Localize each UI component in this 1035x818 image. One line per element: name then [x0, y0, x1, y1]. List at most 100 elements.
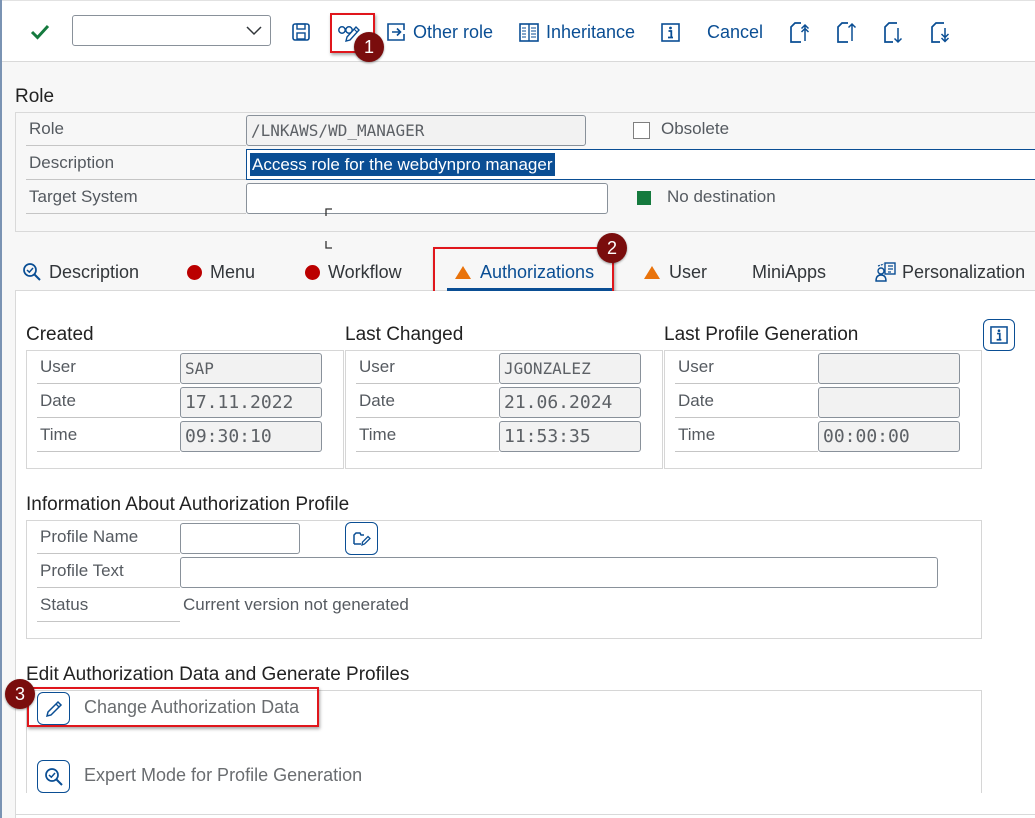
lpg-user-field[interactable]	[818, 353, 960, 384]
warning-triangle-icon	[455, 265, 471, 279]
red-status-icon	[187, 264, 202, 280]
last-changed-date-field[interactable]: 21.06.2024	[499, 387, 641, 418]
previous-page-button[interactable]	[836, 15, 858, 49]
toolbar: Other role Inheritance Cancel	[2, 0, 1035, 62]
next-page-button[interactable]	[883, 15, 905, 49]
tab-personalization[interactable]: Personalization	[875, 258, 1025, 286]
inheritance-label: Inheritance	[546, 21, 636, 42]
lpg-time-field[interactable]: 00:00:00	[818, 421, 960, 452]
enter-button[interactable]	[30, 15, 50, 49]
cancel-button[interactable]: Cancel	[707, 15, 763, 49]
tab-label: Authorizations	[480, 261, 595, 282]
search-check-icon	[44, 767, 63, 786]
red-status-icon	[305, 264, 320, 280]
divider	[356, 417, 499, 418]
edit-auth-title: Edit Authorization Data and Generate Pro…	[26, 664, 410, 685]
divider	[356, 383, 499, 384]
tab-workflow[interactable]: Workflow	[305, 258, 402, 286]
profile-info-title: Information About Authorization Profile	[26, 494, 350, 515]
lpg-date-field[interactable]	[818, 387, 960, 418]
save-icon	[292, 23, 310, 41]
change-authorization-data-link[interactable]: Change Authorization Data	[84, 697, 299, 718]
tab-label: Workflow	[328, 261, 402, 282]
profile-text-label: Profile Text	[40, 561, 124, 580]
tab-miniapps[interactable]: MiniApps	[752, 258, 826, 286]
chevron-down-icon[interactable]	[246, 24, 262, 36]
lpg-time-label: Time	[678, 425, 716, 444]
created-time-value: 09:30:10	[185, 426, 272, 447]
created-user-label: User	[40, 357, 76, 376]
created-date-field[interactable]: 17.11.2022	[180, 387, 322, 418]
last-changed-time-field[interactable]: 11:53:35	[499, 421, 641, 452]
divider	[37, 553, 180, 554]
tab-menu[interactable]: Menu	[187, 258, 255, 286]
created-title: Created	[26, 324, 94, 345]
tab-label: Description	[49, 261, 140, 282]
window-edge	[0, 0, 2, 818]
change-profile-name-button[interactable]	[345, 522, 378, 555]
last-changed-user-field[interactable]: JGONZALEZ	[499, 353, 641, 384]
created-date-value: 17.11.2022	[185, 392, 294, 413]
destination-status-text: No destination	[667, 187, 776, 206]
description-label: Description	[29, 153, 115, 172]
role-value: /LNKAWS/WD_MANAGER	[251, 121, 425, 140]
lpg-date-label: Date	[678, 391, 714, 410]
other-role-label: Other role	[413, 21, 494, 42]
description-field[interactable]: Access role for the webdynpro manager	[246, 149, 1035, 180]
first-page-button[interactable]	[789, 15, 811, 49]
command-field[interactable]	[72, 15, 271, 46]
profile-text-field[interactable]	[180, 557, 938, 588]
status-value: Current version not generated	[183, 595, 409, 614]
pencil-icon	[45, 700, 62, 717]
last-changed-user-value: JGONZALEZ	[504, 359, 591, 378]
callout-badge-1: 1	[354, 32, 384, 62]
first-page-icon	[790, 22, 810, 43]
divider	[15, 814, 1035, 815]
badge-number: 1	[363, 36, 374, 57]
target-system-label: Target System	[29, 187, 138, 206]
other-role-button[interactable]: Other role	[386, 15, 493, 49]
badge-number: 3	[14, 683, 25, 704]
info-icon	[990, 326, 1008, 344]
tab-authorizations[interactable]: Authorizations	[455, 258, 594, 286]
change-authorization-data-button[interactable]	[37, 692, 70, 725]
obsolete-label: Obsolete	[661, 119, 730, 138]
info-button[interactable]	[661, 15, 680, 49]
tab-user[interactable]: User	[644, 258, 707, 286]
created-user-field[interactable]: SAP	[180, 353, 322, 384]
description-value: Access role for the webdynpro manager	[250, 153, 555, 176]
divider	[37, 587, 180, 588]
badge-number: 2	[606, 237, 617, 258]
obsolete-checkbox[interactable]	[633, 122, 650, 139]
tab-description[interactable]: Description	[22, 258, 139, 286]
last-changed-user-label: User	[359, 357, 395, 376]
tab-bar: Description Menu Workflow Authorizations…	[15, 250, 1035, 291]
created-time-field[interactable]: 09:30:10	[180, 421, 322, 452]
display-icon	[23, 263, 41, 281]
divider	[675, 451, 818, 452]
tab-label: Personalization	[902, 261, 1026, 282]
warning-triangle-icon	[644, 265, 660, 279]
last-changed-time-label: Time	[359, 425, 397, 444]
save-button[interactable]	[291, 15, 311, 49]
info-button[interactable]	[983, 319, 1015, 351]
profile-name-field[interactable]	[180, 523, 300, 554]
divider	[26, 179, 246, 180]
splitter-corner-icon	[325, 241, 332, 249]
tab-label: MiniApps	[752, 261, 827, 282]
role-field[interactable]: /LNKAWS/WD_MANAGER	[246, 115, 586, 146]
cancel-label: Cancel	[707, 21, 764, 42]
last-profile-generation-title: Last Profile Generation	[664, 324, 859, 345]
target-system-field[interactable]	[246, 183, 608, 214]
other-role-icon	[387, 23, 405, 41]
expert-mode-button[interactable]	[37, 760, 70, 793]
last-page-button[interactable]	[930, 15, 952, 49]
previous-page-icon	[837, 22, 857, 43]
inheritance-button[interactable]: Inheritance	[519, 15, 635, 49]
checkmark-icon	[30, 24, 50, 40]
expert-mode-link[interactable]: Expert Mode for Profile Generation	[84, 765, 362, 786]
divider	[356, 451, 499, 452]
tab-label: Menu	[210, 261, 256, 282]
destination-status-icon	[637, 191, 651, 205]
divider	[675, 383, 818, 384]
